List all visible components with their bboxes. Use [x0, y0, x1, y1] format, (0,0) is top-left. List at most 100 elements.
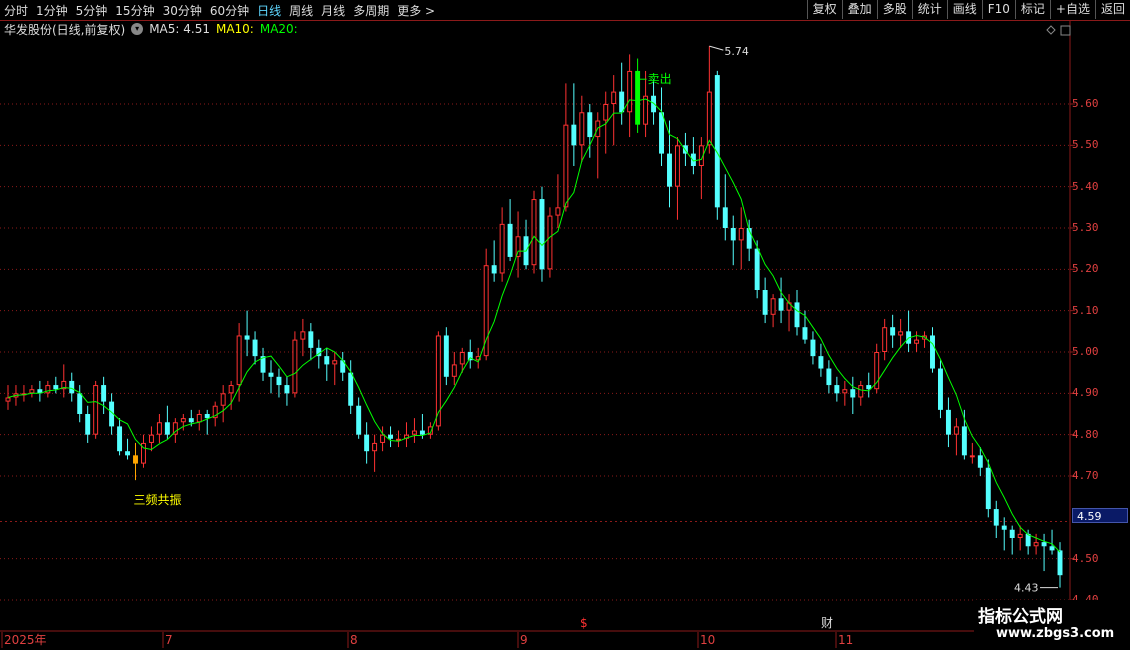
- candle-body: [547, 215, 553, 270]
- toolbar-button[interactable]: 多股: [876, 0, 912, 19]
- candle-body: [738, 228, 744, 241]
- candle-body: [396, 438, 401, 441]
- candle-body: [252, 339, 258, 357]
- candle-body: [236, 335, 242, 386]
- candle-body: [204, 414, 210, 419]
- candle-body: [539, 199, 545, 270]
- candle-body: [818, 356, 824, 369]
- candle-body: [555, 207, 561, 216]
- time-label: 10: [700, 633, 715, 647]
- candle-body: [348, 372, 354, 406]
- candle-body: [180, 418, 186, 423]
- toolbar-button[interactable]: F10: [981, 0, 1015, 19]
- candle-body: [985, 467, 991, 510]
- high-arrow: [709, 45, 724, 51]
- candle-body: [850, 389, 856, 398]
- candle-body: [667, 153, 672, 187]
- candle-body: [842, 389, 848, 394]
- candle-body: [372, 442, 378, 452]
- candle-body: [77, 393, 83, 414]
- sell-signal-label: 卖出: [648, 72, 672, 86]
- candle-body: [125, 451, 131, 456]
- candle-body: [93, 385, 99, 435]
- candle-body: [156, 422, 162, 435]
- period-tab[interactable]: 日线: [257, 2, 281, 19]
- candle-body: [300, 331, 306, 340]
- toolbar-button[interactable]: 复权: [806, 0, 842, 19]
- price-tick-label: 4.70: [1072, 469, 1099, 482]
- candle-body: [802, 327, 808, 340]
- candle-body: [69, 380, 75, 394]
- candle-body: [419, 430, 425, 435]
- candle-body: [945, 409, 951, 435]
- candle-body: [993, 509, 999, 526]
- toolbar-button[interactable]: +自选: [1049, 0, 1095, 19]
- price-tick-label: 4.50: [1072, 551, 1099, 565]
- candle-body: [953, 426, 959, 435]
- candle-body: [659, 112, 664, 154]
- candle-body: [619, 91, 625, 113]
- candle-body: [690, 153, 696, 166]
- candle-body: [571, 124, 577, 146]
- candle-body: [754, 248, 760, 290]
- candlestick-chart[interactable]: 5.74 4.43 三频共振 卖出 2025年 7 8 9 10 11 $ 财: [0, 20, 1130, 650]
- toolbar-button[interactable]: 叠加: [841, 0, 877, 19]
- candle-body: [643, 95, 649, 125]
- candle-body: [858, 385, 864, 398]
- candle-body: [1009, 529, 1015, 538]
- candle-body: [762, 290, 768, 315]
- event-marker-dividend: $: [580, 616, 588, 630]
- time-label: 7: [165, 633, 173, 647]
- time-label: 2025年: [4, 633, 47, 647]
- candle-body: [276, 376, 282, 386]
- period-tab[interactable]: 多周期: [353, 2, 389, 19]
- toolbar-button[interactable]: 统计: [911, 0, 947, 19]
- period-tab[interactable]: 分时: [4, 2, 28, 19]
- candle-body: [324, 356, 330, 365]
- period-tab[interactable]: 更多 >: [397, 2, 435, 19]
- toolbar-button[interactable]: 返回: [1094, 0, 1130, 19]
- candle-body: [443, 335, 449, 377]
- candle-body: [228, 385, 234, 394]
- candle-body: [714, 75, 720, 208]
- toolbar-button[interactable]: 标记: [1014, 0, 1050, 19]
- candle-body: [101, 385, 107, 402]
- candle-body: [611, 91, 617, 104]
- candle-body: [308, 331, 314, 348]
- price-tick-label: 5.00: [1072, 345, 1099, 358]
- period-tab[interactable]: 30分钟: [163, 2, 202, 19]
- period-tab[interactable]: 15分钟: [115, 2, 154, 19]
- period-tab[interactable]: 5分钟: [76, 2, 108, 19]
- candle-body: [268, 372, 274, 377]
- candle-body: [29, 389, 35, 394]
- candle-body: [651, 95, 657, 113]
- period-tab[interactable]: 月线: [321, 2, 345, 19]
- period-tabs: 分时 1分钟 5分钟 15分钟 30分钟 60分钟 日线 周线 月线 多周期 更多 >: [4, 0, 435, 20]
- candle-body: [133, 455, 138, 464]
- candle-body: [961, 426, 967, 456]
- candle-body: [188, 418, 194, 423]
- candle-body: [603, 104, 609, 121]
- watermark: 指标公式网 www.zbgs3.com: [974, 600, 1130, 650]
- candle-body: [499, 223, 505, 274]
- toolbar: 分时 1分钟 5分钟 15分钟 30分钟 60分钟 日线 周线 月线 多周期 更多 > 复权 叠加 多股…: [0, 0, 1130, 21]
- candle-body: [244, 335, 250, 340]
- candle-body: [587, 112, 593, 138]
- ma-line: [7, 98, 1061, 553]
- watermark-url: www.zbgs3.com: [996, 626, 1115, 641]
- period-tab[interactable]: 60分钟: [210, 2, 249, 19]
- candle-body: [491, 265, 497, 274]
- candle-body: [284, 385, 290, 394]
- period-tab[interactable]: 周线: [289, 2, 313, 19]
- price-tick-label: 5.20: [1072, 262, 1099, 276]
- candle-body: [930, 335, 935, 369]
- price-tick-label: 5.60: [1072, 97, 1099, 110]
- candle-body: [85, 414, 91, 435]
- candle-body: [196, 414, 202, 423]
- toolbar-button[interactable]: 画线: [946, 0, 982, 19]
- candle-body: [563, 124, 569, 208]
- period-tab[interactable]: 1分钟: [36, 2, 68, 19]
- candle-body: [459, 352, 465, 365]
- candle-body: [1049, 546, 1055, 551]
- candle-body: [826, 368, 832, 386]
